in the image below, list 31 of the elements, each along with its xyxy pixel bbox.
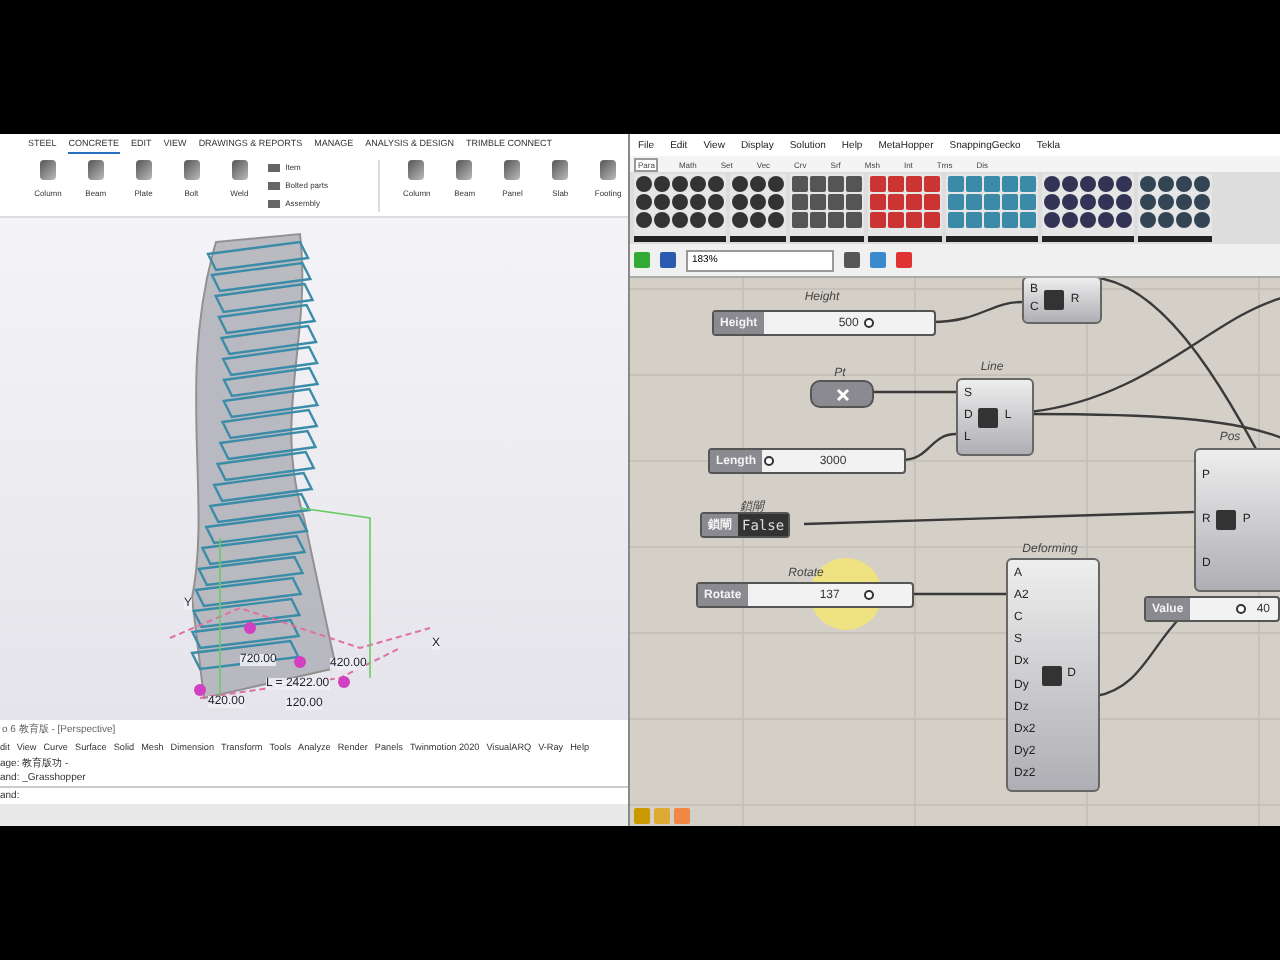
component-palette[interactable] — [946, 174, 1038, 242]
wire — [870, 390, 956, 394]
wire — [910, 592, 1006, 596]
component-palette[interactable] — [1042, 174, 1134, 242]
x-mark-icon — [835, 387, 849, 401]
component-icon — [1044, 290, 1065, 310]
slider-grip[interactable] — [1236, 604, 1247, 614]
part-icon — [135, 160, 152, 180]
point-param[interactable] — [810, 380, 874, 408]
slider-grip[interactable] — [864, 590, 875, 600]
part-icon — [600, 160, 617, 180]
component-palette[interactable] — [790, 174, 864, 242]
component-icon — [1041, 665, 1062, 685]
component-icon — [978, 407, 999, 427]
part-icon — [504, 160, 521, 180]
slider-grip[interactable] — [763, 456, 774, 466]
wire — [931, 300, 1023, 324]
part-icon — [87, 160, 104, 180]
component-palette[interactable] — [634, 174, 726, 242]
wire — [901, 432, 957, 462]
slider-grip[interactable] — [863, 318, 874, 328]
part-icon — [183, 160, 200, 180]
component-palette[interactable] — [868, 174, 942, 242]
component-palette[interactable] — [1138, 174, 1212, 242]
part-icon — [552, 160, 569, 180]
part-icon — [39, 160, 56, 180]
component-palette[interactable] — [730, 174, 786, 242]
part-icon — [456, 160, 473, 180]
component-icon — [1216, 510, 1237, 530]
wire — [1095, 617, 1181, 698]
part-icon — [408, 160, 425, 180]
